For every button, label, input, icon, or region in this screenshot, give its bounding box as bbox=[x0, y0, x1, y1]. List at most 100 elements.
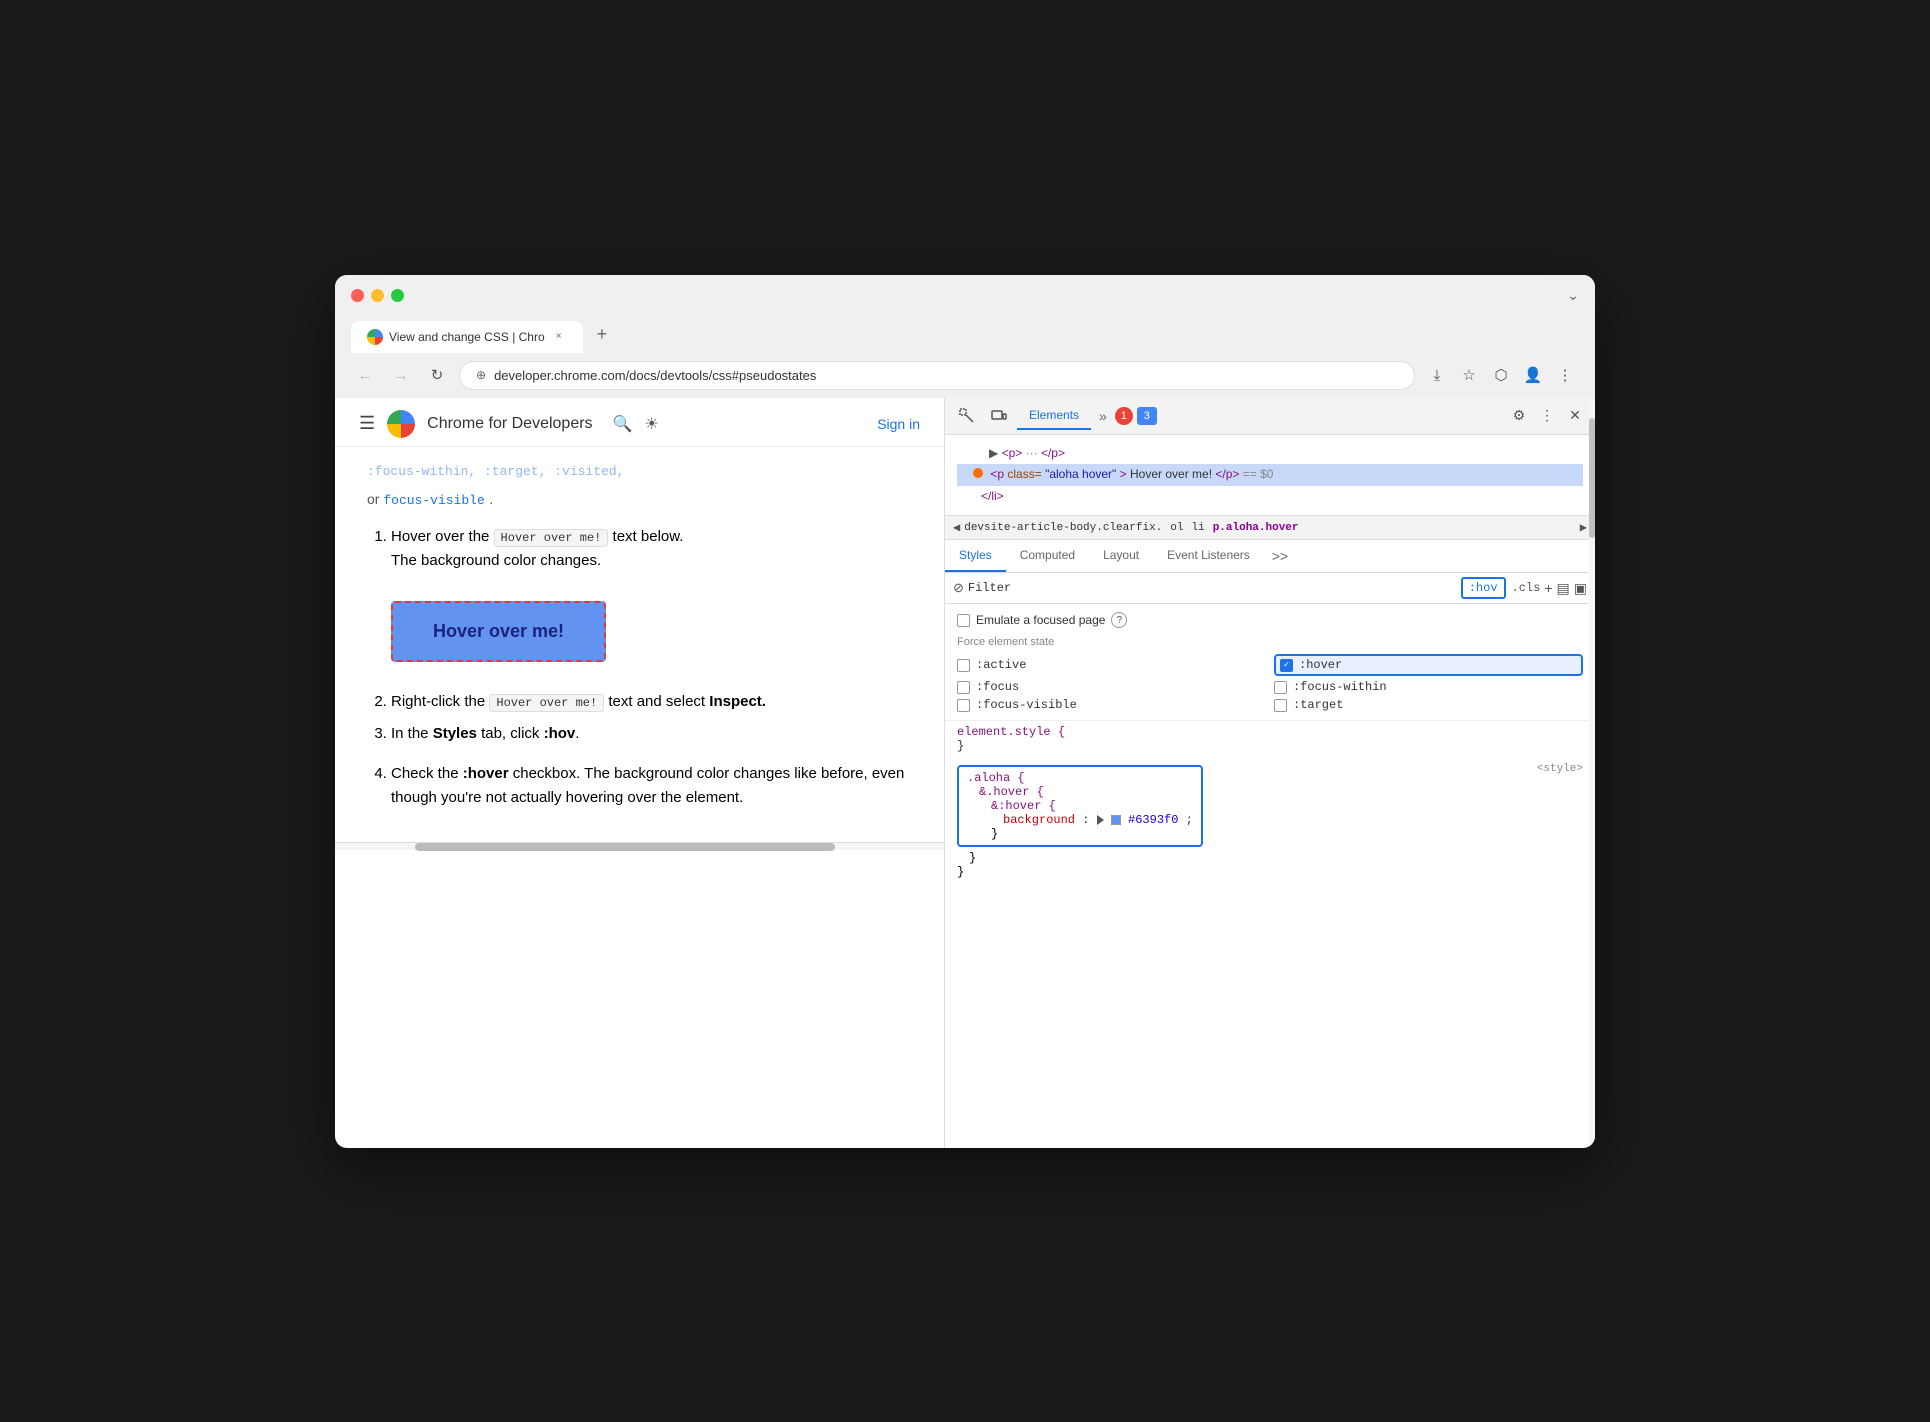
step-4: Check the :hover checkbox. The backgroun… bbox=[391, 762, 912, 810]
background-property: background : #6393f0 ; bbox=[967, 813, 1193, 827]
devtools-scrollbar-thumb[interactable] bbox=[1589, 418, 1595, 538]
add-rule-button[interactable]: + bbox=[1544, 580, 1552, 596]
expand-value-icon[interactable] bbox=[1097, 815, 1104, 825]
devtools-scrollbar[interactable] bbox=[1589, 398, 1595, 1148]
traffic-light-yellow[interactable] bbox=[371, 289, 384, 302]
breadcrumb-item-1[interactable]: devsite-article-body.clearfix. bbox=[964, 522, 1162, 534]
back-button[interactable]: ← bbox=[351, 361, 379, 389]
tab-close-button[interactable]: × bbox=[551, 329, 567, 345]
tab-chevron-icon[interactable]: ⌄ bbox=[1567, 287, 1579, 304]
hov-button[interactable]: :hov bbox=[1461, 577, 1506, 599]
close-hover-selector: } bbox=[957, 851, 1583, 865]
download-icon[interactable]: ⤓ bbox=[1423, 361, 1451, 389]
traffic-light-green[interactable] bbox=[391, 289, 404, 302]
sign-in-button[interactable]: Sign in bbox=[877, 416, 920, 432]
state-item-hover: ✓ :hover bbox=[1274, 654, 1583, 676]
step1-text-before: Hover over the bbox=[391, 528, 494, 545]
filter-input[interactable]: Filter bbox=[968, 581, 1457, 595]
profile-icon[interactable]: 👤 bbox=[1519, 361, 1547, 389]
period-text: . bbox=[489, 491, 493, 507]
state-grid: :active ✓ :hover :focus :fo bbox=[957, 654, 1583, 712]
layout-tab[interactable]: Layout bbox=[1089, 540, 1153, 572]
computed-tab[interactable]: Computed bbox=[1006, 540, 1089, 572]
dom-tree: ▶ <p> ··· </p> <p class= "aloha hover" >… bbox=[945, 435, 1595, 517]
state-item-focus-visible: :focus-visible bbox=[957, 698, 1266, 712]
new-tab-button[interactable]: + bbox=[585, 316, 620, 353]
hover-checkbox[interactable]: ✓ bbox=[1280, 659, 1293, 672]
state-item-active: :active bbox=[957, 654, 1266, 676]
reload-button[interactable]: ↻ bbox=[423, 361, 451, 389]
search-icon[interactable]: 🔍 bbox=[613, 414, 633, 434]
focus-checkbox[interactable] bbox=[957, 681, 970, 694]
styles-tab[interactable]: Styles bbox=[945, 540, 1006, 572]
focus-within-checkbox[interactable] bbox=[1274, 681, 1287, 694]
target-checkbox[interactable] bbox=[1274, 699, 1287, 712]
step2-text-after: text and select Inspect. bbox=[608, 693, 766, 710]
address-bar: ← → ↻ ⊕ developer.chrome.com/docs/devtoo… bbox=[335, 353, 1595, 398]
hover-label: :hover bbox=[1299, 658, 1342, 672]
rule-source: <style> bbox=[1537, 761, 1583, 775]
forward-button[interactable]: → bbox=[387, 361, 415, 389]
color-swatch[interactable] bbox=[1111, 815, 1121, 825]
aloha-hover-selector: &.hover { bbox=[967, 785, 1044, 799]
more-tabs-button[interactable]: » bbox=[1095, 408, 1111, 424]
devtools-close-button[interactable]: ✕ bbox=[1563, 404, 1587, 428]
event-listeners-tab[interactable]: Event Listeners bbox=[1153, 540, 1264, 572]
article-content: :focus-within, :target, :visited, or foc… bbox=[335, 447, 944, 842]
aloha-hover-pseudo: &:hover { bbox=[967, 799, 1056, 813]
device-toggle-icon[interactable] bbox=[985, 402, 1013, 430]
more-styles-tabs-button[interactable]: >> bbox=[1264, 540, 1296, 572]
breadcrumb-item-2[interactable]: ol bbox=[1170, 522, 1183, 534]
address-input[interactable]: ⊕ developer.chrome.com/docs/devtools/css… bbox=[459, 361, 1415, 390]
step-list-2: Right-click the Hover over me! text and … bbox=[367, 690, 912, 810]
devtools-more-icon[interactable]: ⋮ bbox=[1535, 404, 1559, 428]
dom-line-selected[interactable]: <p class= "aloha hover" > Hover over me!… bbox=[957, 464, 1583, 486]
tab-favicon-icon bbox=[367, 329, 383, 345]
theme-toggle-icon[interactable]: ☀ bbox=[644, 414, 658, 434]
bookmark-icon[interactable]: ☆ bbox=[1455, 361, 1483, 389]
article-header: ☰ Chrome for Developers 🔍 ☀ Sign in bbox=[335, 398, 944, 447]
elements-tab[interactable]: Elements bbox=[1017, 402, 1091, 430]
tab-title: View and change CSS | Chro bbox=[389, 330, 545, 344]
site-logo-icon bbox=[387, 410, 415, 438]
focus-within-label: :focus-within bbox=[1293, 680, 1387, 694]
state-item-target: :target bbox=[1274, 698, 1583, 712]
breadcrumb-item-3[interactable]: li bbox=[1191, 522, 1204, 534]
new-style-rule-icon[interactable]: ▤ bbox=[1557, 580, 1570, 597]
inspect-bold: Inspect. bbox=[709, 693, 766, 710]
styles-sidebar-icon[interactable]: ▣ bbox=[1574, 580, 1587, 597]
extensions-icon[interactable]: ⬡ bbox=[1487, 361, 1515, 389]
breadcrumb-left-arrow[interactable]: ◀ bbox=[953, 520, 960, 535]
breadcrumb-right-arrow[interactable]: ▶ bbox=[1580, 520, 1587, 535]
settings-icon[interactable]: ⚙ bbox=[1507, 404, 1531, 428]
traffic-light-red[interactable] bbox=[351, 289, 364, 302]
dom-line-1: ▶ <p> ··· </p> bbox=[957, 443, 1583, 465]
active-checkbox[interactable] bbox=[957, 659, 970, 672]
hover-demo-box[interactable]: Hover over me! bbox=[391, 601, 606, 662]
hamburger-icon[interactable]: ☰ bbox=[359, 413, 375, 434]
step-3: In the Styles tab, click :hov. bbox=[391, 722, 912, 746]
breadcrumb-item-active[interactable]: p.aloha.hover bbox=[1213, 522, 1299, 534]
traffic-lights bbox=[351, 289, 404, 302]
step-2: Right-click the Hover over me! text and … bbox=[391, 690, 912, 714]
hover-bold: :hover bbox=[463, 765, 509, 782]
force-state-label: Force element state bbox=[957, 636, 1583, 648]
aloha-rule-container: .aloha { &.hover { &:hover { background … bbox=[957, 761, 1583, 851]
step-list: Hover over the Hover over me! text below… bbox=[367, 525, 912, 573]
emulate-info-icon[interactable]: ? bbox=[1111, 612, 1127, 628]
emulate-focused-checkbox[interactable] bbox=[957, 614, 970, 627]
cls-button[interactable]: .cls bbox=[1512, 581, 1541, 595]
menu-icon[interactable]: ⋮ bbox=[1551, 361, 1579, 389]
focus-visible-checkbox[interactable] bbox=[957, 699, 970, 712]
scrollbar-thumb[interactable] bbox=[415, 843, 835, 851]
focus-label: :focus bbox=[976, 680, 1019, 694]
element-picker-icon[interactable] bbox=[953, 402, 981, 430]
title-bar: ⌄ View and change CSS | Chro × + bbox=[335, 275, 1595, 353]
dom-arrow-icon[interactable]: ▶ bbox=[989, 446, 998, 460]
active-tab[interactable]: View and change CSS | Chro × bbox=[351, 321, 583, 353]
horizontal-scrollbar[interactable] bbox=[335, 842, 944, 850]
or-text: or bbox=[367, 491, 383, 507]
target-label: :target bbox=[1293, 698, 1343, 712]
aloha-rule: .aloha { &.hover { &:hover { background … bbox=[957, 765, 1203, 847]
state-item-focus-within: :focus-within bbox=[1274, 680, 1583, 694]
